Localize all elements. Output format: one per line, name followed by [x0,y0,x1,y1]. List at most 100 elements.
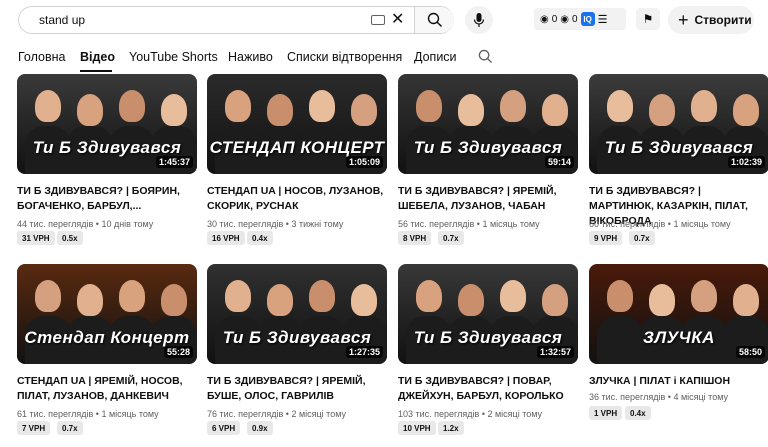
channel-tabs: Головна Відео YouTube Shorts Наживо Спис… [0,44,768,72]
video-title[interactable]: ТИ Б ЗДИВУВАВСЯ? | ПОВАР, ДЖЕЙХУН, БАРБУ… [398,374,576,404]
keyboard-icon[interactable] [371,15,385,25]
video-meta: 30 тис. переглядів • 3 тижні тому [207,219,344,229]
video-card[interactable]: Ти Б Здивувався 1:02:39 ТИ Б ЗДИВУВАВСЯ?… [589,74,768,245]
person-face [225,90,251,122]
video-views: 76 тис. переглядів [207,409,284,419]
video-title[interactable]: СТЕНДАП UA | НОСОВ, ЛУЗАНОВ, СКОРИК, РУС… [207,184,385,214]
tab-posts[interactable]: Дописи [414,50,457,64]
video-thumbnail[interactable]: Ти Б Здивувався 1:45:37 [17,74,197,174]
video-title[interactable]: ТИ Б ЗДИВУВАВСЯ? | ЯРЕМІЙ, ШЕБЕЛА, ЛУЗАН… [398,184,576,214]
person-face [649,284,675,316]
person-face [542,94,568,126]
list-icon[interactable]: ☰ [598,13,608,26]
video-meta: 76 тис. переглядів • 2 місяці тому [207,409,346,419]
person-face [607,90,633,122]
extension-badge[interactable]: IQ [580,12,595,26]
vph-badge: 8 VPH [398,231,432,245]
ratio-badge: 1.2x [438,421,464,435]
search-box: ✕ [18,6,454,34]
eye-icon: ◉ [540,13,549,25]
create-label: Створити [694,13,752,27]
video-views: 61 тис. переглядів [17,409,94,419]
thumbnail-title-text: Ти Б Здивувався [413,138,563,157]
person-face [225,280,251,312]
video-views: 44 тис. переглядів [17,219,94,229]
video-age: 1 місяць тому [482,219,540,229]
video-thumbnail[interactable]: Ти Б Здивувався 1:32:57 [398,264,578,364]
video-duration: 58:50 [735,346,765,358]
video-thumbnail[interactable]: Ти Б Здивувався 1:02:39 [589,74,768,174]
video-meta: 56 тис. переглядів • 1 місяць тому [398,219,540,229]
person-face [607,280,633,312]
tab-shorts[interactable]: YouTube Shorts [129,50,218,64]
video-card[interactable]: Ти Б Здивувався 1:32:57 ТИ Б ЗДИВУВАВСЯ?… [398,264,578,435]
video-card[interactable]: Стендап Концерт 55:28 СТЕНДАП UA | ЯРЕМІ… [17,264,197,435]
video-thumbnail[interactable]: ЗЛУЧКА 58:50 [589,264,768,364]
plus-icon: + [678,10,689,30]
vph-badge: 6 VPH [207,421,241,435]
person-face [161,94,187,126]
video-meta: 36 тис. переглядів • 4 місяці тому [589,392,728,402]
pin-icon: ⚑ [642,12,654,26]
tab-playlists[interactable]: Списки відтворення [287,50,402,64]
person-face [35,90,61,122]
vph-badge: 16 VPH [207,231,245,245]
search-icon [478,49,493,64]
video-card[interactable]: Ти Б Здивувався 1:45:37 ТИ Б ЗДИВУВАВСЯ?… [17,74,197,245]
video-thumbnail[interactable]: СТЕНДАП КОНЦЕРТ 1:05:09 [207,74,387,174]
vph-badge: 10 VPH [398,421,436,435]
video-views: 103 тис. переглядів [398,409,480,419]
person-face [691,90,717,122]
ratio-badge: 0.9x [247,421,273,435]
video-thumbnail[interactable]: Ти Б Здивувався 59:14 [398,74,578,174]
person-face [458,94,484,126]
video-meta: 44 тис. переглядів • 10 днів тому [17,219,154,229]
video-views: 30 тис. переглядів [207,219,284,229]
video-thumbnail[interactable]: Ти Б Здивувався 1:27:35 [207,264,387,364]
video-card[interactable]: ЗЛУЧКА 58:50 ЗЛУЧКА | ПІЛАТ і КАПІШОН 36… [589,264,768,434]
video-duration: 1:02:39 [727,156,765,168]
person-face [309,90,335,122]
video-card[interactable]: Ти Б Здивувався 1:27:35 ТИ Б ЗДИВУВАВСЯ?… [207,264,387,435]
vph-badge: 9 VPH [589,231,623,245]
video-duration: 55:28 [163,346,193,358]
video-title[interactable]: СТЕНДАП UA | ЯРЕМІЙ, НОСОВ, ПІЛАТ, ЛУЗАН… [17,374,195,404]
tab-live[interactable]: Наживо [228,50,273,64]
video-age: 4 місяці тому [673,392,728,402]
extension-panel[interactable]: ◉ 0 ◉ 0 IQ ☰ [534,8,626,30]
thumbnail-title-text: Ти Б Здивувався [604,138,754,157]
video-title[interactable]: ЗЛУЧКА | ПІЛАТ і КАПІШОН [589,374,767,389]
search-input[interactable] [19,7,359,33]
person-face [416,280,442,312]
extension-pin-button[interactable]: ⚑ [636,8,660,30]
video-meta: 60 тис. переглядів • 1 місяць тому [589,219,731,229]
video-card[interactable]: СТЕНДАП КОНЦЕРТ 1:05:09 СТЕНДАП UA | НОС… [207,74,387,245]
person-face [77,284,103,316]
video-duration: 59:14 [544,156,574,168]
video-age: 1 місяць тому [673,219,731,229]
video-card[interactable]: Ти Б Здивувався 59:14 ТИ Б ЗДИВУВАВСЯ? |… [398,74,578,245]
voice-search-button[interactable] [465,6,493,34]
search-button[interactable] [415,7,454,33]
video-title[interactable]: ТИ Б ЗДИВУВАВСЯ? | ЯРЕМІЙ, БУШЕ, ОЛОС, Г… [207,374,385,404]
person-face [733,284,759,316]
tab-videos[interactable]: Відео [80,50,115,64]
person-face [416,90,442,122]
search-icon [427,12,442,27]
thumbnail-title-text: Ти Б Здивувався [413,328,563,347]
video-thumbnail[interactable]: Стендап Концерт 55:28 [17,264,197,364]
person-face [119,90,145,122]
person-face [267,284,293,316]
person-face [649,94,675,126]
create-button[interactable]: + Створити [668,6,754,34]
tab-home[interactable]: Головна [18,50,66,64]
person-face [161,284,187,316]
channel-search-button[interactable] [478,49,493,69]
clear-search-icon[interactable]: ✕ [391,12,404,28]
video-title[interactable]: ТИ Б ЗДИВУВАВСЯ? | БОЯРИН, БОГАЧЕНКО, БА… [17,184,195,214]
person-face [77,94,103,126]
active-tab-indicator [80,70,112,72]
person-face [119,280,145,312]
video-age: 10 днів тому [101,219,154,229]
video-views: 60 тис. переглядів [589,219,666,229]
